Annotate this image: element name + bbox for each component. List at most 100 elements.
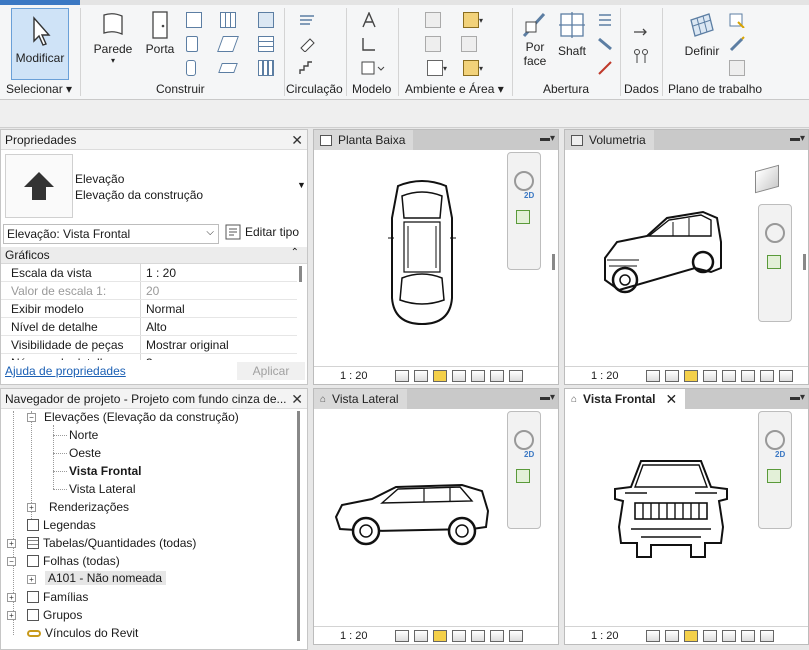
tree-node-elevations[interactable]: Elevações (Elevação da construção): [41, 410, 239, 424]
sun-path-icon[interactable]: [432, 369, 447, 382]
curtain-grid-icon[interactable]: [220, 12, 236, 28]
area-icon[interactable]: ▾: [460, 12, 486, 28]
edit-type-button[interactable]: Editar tipo: [225, 224, 299, 240]
define-button[interactable]: Definir: [682, 10, 722, 70]
crop-view-icon[interactable]: [721, 629, 736, 642]
tree-node-view-west[interactable]: Oeste: [69, 446, 101, 460]
tree-node-sheets[interactable]: Folhas (todas): [27, 554, 120, 568]
property-value[interactable]: 1 : 20: [141, 266, 176, 280]
vertical-opening-icon[interactable]: [596, 36, 614, 52]
model-group-icon[interactable]: [360, 60, 386, 76]
zoom-icon[interactable]: [516, 210, 530, 224]
view-menu-icon[interactable]: ▬▾: [790, 392, 805, 403]
browser-scrollbar[interactable]: [297, 411, 300, 641]
modify-button[interactable]: Modificar: [11, 8, 69, 80]
navigation-bar[interactable]: [758, 204, 792, 322]
tree-node-view-north[interactable]: Norte: [69, 428, 98, 442]
property-value[interactable]: Alto: [141, 320, 167, 334]
temporary-hide-icon[interactable]: [740, 629, 755, 642]
tag-room-icon[interactable]: ▾: [424, 60, 450, 76]
visual-style-icon[interactable]: [664, 369, 679, 382]
close-view-icon[interactable]: ✕: [666, 391, 678, 408]
reveal-hidden-icon[interactable]: [759, 629, 774, 642]
sun-path-icon[interactable]: [683, 369, 698, 382]
property-row[interactable]: Nível de detalhe Alto: [1, 318, 297, 336]
shadows-icon[interactable]: [702, 369, 717, 382]
view-tab-3d[interactable]: Volumetria: [565, 130, 654, 150]
property-row[interactable]: Número do detalhe3: [1, 354, 297, 360]
view-menu-icon[interactable]: ▬▾: [540, 133, 555, 144]
view-front-elevation[interactable]: ⌂ Vista Frontal ✕ ▬▾ 2D 1 : 20: [564, 388, 809, 645]
crop-view-icon[interactable]: [470, 369, 485, 382]
sun-path-icon[interactable]: [683, 629, 698, 642]
shaft-button[interactable]: Shaft: [556, 10, 588, 70]
detail-level-icon[interactable]: [394, 369, 409, 382]
shadows-icon[interactable]: [702, 629, 717, 642]
properties-help-link[interactable]: Ajuda de propriedades: [5, 364, 126, 378]
view-scale[interactable]: 1 : 20: [591, 370, 619, 382]
show-work-plane-icon[interactable]: [728, 12, 746, 28]
properties-scrollbar[interactable]: [299, 266, 302, 282]
visual-style-icon[interactable]: [664, 629, 679, 642]
zoom-icon[interactable]: [516, 469, 530, 483]
close-icon[interactable]: ✕: [291, 132, 303, 149]
dormer-opening-icon[interactable]: [596, 60, 614, 76]
room-icon[interactable]: [424, 12, 442, 28]
view-scale[interactable]: 1 : 20: [340, 630, 368, 642]
panel-select[interactable]: Selecionar ▾: [6, 82, 72, 96]
panel-room-area[interactable]: Ambiente e Área ▾: [405, 82, 504, 96]
property-row[interactable]: Exibir modelo Normal: [1, 300, 297, 318]
view-scale[interactable]: 1 : 20: [591, 630, 619, 642]
tree-node-sheet-a101[interactable]: A101 - Não nomeada: [45, 571, 167, 585]
crop-view-icon[interactable]: [740, 369, 755, 382]
level-icon[interactable]: [632, 24, 650, 40]
instance-selector[interactable]: Elevação: Vista Frontal ⌵: [3, 224, 219, 244]
ceiling-icon[interactable]: [217, 36, 239, 52]
collapse-toggle[interactable]: −: [7, 557, 16, 566]
view-menu-icon[interactable]: ▬▾: [540, 392, 555, 403]
expand-toggle[interactable]: +: [7, 539, 16, 548]
tree-node-legends[interactable]: Legendas: [27, 518, 96, 532]
model-line-icon[interactable]: [360, 36, 378, 52]
area-boundary-icon[interactable]: [460, 36, 478, 52]
detail-level-icon[interactable]: [645, 629, 660, 642]
render-icon[interactable]: [721, 369, 736, 382]
zoom-icon[interactable]: [767, 469, 781, 483]
temporary-hide-icon[interactable]: [759, 369, 774, 382]
zoom-icon[interactable]: [767, 255, 781, 269]
view-menu-icon[interactable]: ▬▾: [790, 133, 805, 144]
tree-node-view-side[interactable]: Vista Lateral: [69, 482, 136, 496]
roof-icon[interactable]: [186, 60, 196, 76]
property-value[interactable]: Mostrar original: [141, 338, 229, 352]
temporary-hide-icon[interactable]: [489, 369, 504, 382]
view-tab-side[interactable]: ⌂ Vista Lateral: [314, 389, 407, 409]
railing-icon[interactable]: [298, 12, 316, 28]
wall-button[interactable]: Parede ▾: [92, 10, 134, 70]
grid-icon[interactable]: [632, 48, 650, 64]
apply-button[interactable]: Aplicar: [237, 362, 305, 380]
navigation-bar[interactable]: 2D: [758, 411, 792, 529]
tree-node-renders[interactable]: Renderizações: [49, 500, 129, 514]
room-separator-icon[interactable]: [424, 36, 442, 52]
property-value[interactable]: Normal: [141, 302, 185, 316]
close-icon[interactable]: ✕: [291, 391, 303, 408]
curtain-wall-icon[interactable]: [258, 36, 274, 52]
property-value[interactable]: 3: [141, 356, 153, 361]
tree-node-schedules[interactable]: Tabelas/Quantidades (todas): [27, 536, 196, 550]
visual-style-icon[interactable]: [413, 369, 428, 382]
view-tab-front[interactable]: ⌂ Vista Frontal ✕: [565, 389, 686, 409]
column-icon[interactable]: [186, 36, 198, 52]
door-button[interactable]: Porta: [142, 10, 178, 70]
sun-path-icon[interactable]: [432, 629, 447, 642]
curtain-system-icon[interactable]: [258, 12, 274, 28]
temporary-hide-icon[interactable]: [489, 629, 504, 642]
viewer-icon[interactable]: [728, 60, 746, 76]
tree-node-families[interactable]: Famílias: [27, 590, 88, 604]
tree-node-groups[interactable]: Grupos: [27, 608, 82, 622]
navigation-bar[interactable]: 2D: [507, 152, 541, 270]
stair-icon[interactable]: [298, 60, 316, 76]
expand-toggle[interactable]: +: [27, 503, 36, 512]
shadows-icon[interactable]: [451, 369, 466, 382]
property-row[interactable]: Escala da vista 1 : 20: [1, 264, 297, 282]
view-cube-icon[interactable]: [755, 164, 779, 194]
